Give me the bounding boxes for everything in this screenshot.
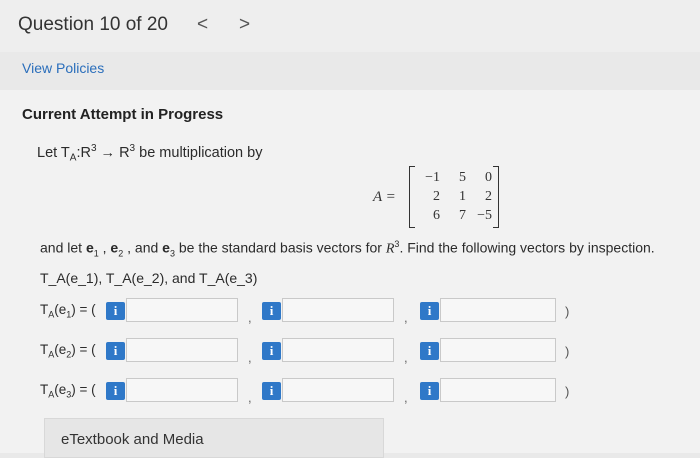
comma-separator: ,: [248, 350, 252, 365]
row-text: (e: [54, 382, 67, 397]
matrix-label: A =: [373, 189, 396, 205]
comma-separator: ,: [248, 390, 252, 405]
answer-input-r2c2[interactable]: [282, 338, 394, 362]
comma-separator: ,: [404, 310, 408, 325]
matrix-cell: 2: [485, 189, 492, 204]
stmt-text: be the standard basis vectors for: [174, 239, 386, 256]
matrix-cell: −1: [425, 170, 440, 185]
row-text: ) = (: [71, 302, 96, 317]
info-icon[interactable]: i: [420, 302, 439, 320]
answer-input-r1c1[interactable]: [126, 298, 238, 322]
stmt-text: → R: [96, 144, 130, 161]
chevron-right-icon[interactable]: >: [239, 14, 250, 36]
targets-line: T_A(e_1), T_A(e_2), and T_A(e_3): [40, 270, 258, 286]
row-text: ) = (: [71, 342, 96, 357]
info-icon[interactable]: i: [106, 342, 125, 360]
stmt-text: Let T: [37, 144, 70, 161]
stmt-text: ,: [98, 239, 111, 256]
answer-input-r3c2[interactable]: [282, 378, 394, 402]
stmt-text: , and: [123, 239, 163, 256]
close-paren: ): [565, 384, 570, 399]
answer-input-r2c1[interactable]: [126, 338, 238, 362]
matrix-A: −1 5 0 2 1 2 6 7 −5: [409, 166, 499, 228]
matrix-cell: −5: [477, 208, 492, 223]
info-icon[interactable]: i: [106, 302, 125, 320]
info-icon[interactable]: i: [262, 382, 281, 400]
matrix-cell: 7: [459, 208, 466, 223]
row-text: (e: [54, 342, 67, 357]
info-icon[interactable]: i: [420, 342, 439, 360]
info-icon[interactable]: i: [262, 342, 281, 360]
etextbook-label: eTextbook and Media: [61, 431, 204, 448]
answer-input-r1c2[interactable]: [282, 298, 394, 322]
problem-statement: Let TA:R3 → R3 be multiplication by: [37, 143, 262, 164]
row-text: ) = (: [71, 382, 96, 397]
view-policies-link[interactable]: View Policies: [22, 60, 104, 76]
answer-input-r3c1[interactable]: [126, 378, 238, 402]
answer-row-label: TA(e2) = (: [40, 342, 96, 360]
question-header: Question 10 of 20 < >: [0, 0, 700, 52]
row-text: T: [40, 342, 49, 357]
comma-separator: ,: [248, 310, 252, 325]
stmt-text: . Find the following vectors by inspecti…: [399, 239, 655, 256]
matrix-cell: 6: [433, 208, 440, 223]
stmt-text: and let: [40, 239, 86, 256]
matrix-cell: 0: [485, 170, 492, 185]
attempt-heading: Current Attempt in Progress: [22, 106, 224, 123]
answer-row-label: TA(e3) = (: [40, 382, 96, 400]
info-icon[interactable]: i: [106, 382, 125, 400]
row-text: (e: [54, 302, 67, 317]
row-text: T: [40, 302, 49, 317]
answer-input-r2c3[interactable]: [440, 338, 556, 362]
etextbook-media-button[interactable]: eTextbook and Media: [44, 418, 384, 458]
info-icon[interactable]: i: [420, 382, 439, 400]
basis-statement: and let e1 , e2 , and e3 be the standard…: [40, 239, 655, 258]
close-paren: ): [565, 304, 570, 319]
matrix-cell: 2: [433, 189, 440, 204]
matrix-cell: 1: [459, 189, 466, 204]
answer-input-r1c3[interactable]: [440, 298, 556, 322]
basis-e1: e: [85, 239, 94, 256]
comma-separator: ,: [404, 390, 408, 405]
chevron-left-icon[interactable]: <: [197, 14, 208, 36]
info-icon[interactable]: i: [262, 302, 281, 320]
answer-input-r3c3[interactable]: [440, 378, 556, 402]
answer-row-label: TA(e1) = (: [40, 302, 96, 320]
matrix-cell: 5: [459, 170, 466, 185]
stmt-text: :R: [76, 144, 91, 161]
row-text: T: [40, 382, 49, 397]
basis-e3: e: [162, 239, 170, 256]
close-paren: ): [565, 344, 570, 359]
comma-separator: ,: [404, 350, 408, 365]
question-number-title: Question 10 of 20: [18, 14, 168, 35]
stmt-text: be multiplication by: [135, 144, 263, 161]
